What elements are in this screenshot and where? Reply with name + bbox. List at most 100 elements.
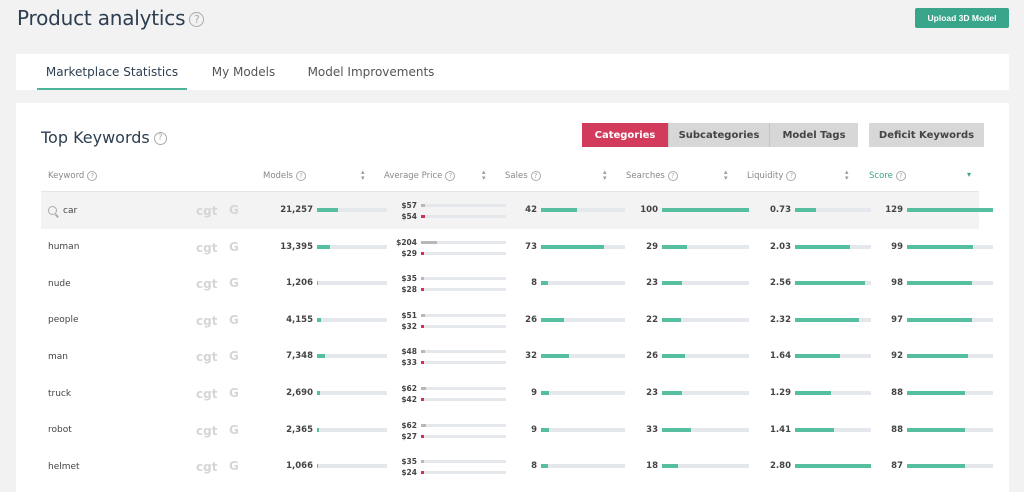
keyword-label: human	[48, 242, 80, 253]
google-icon[interactable]: G	[229, 386, 239, 400]
keyword-label: truck	[48, 388, 72, 399]
google-icon[interactable]: G	[229, 276, 239, 290]
price-low-bar	[421, 215, 506, 218]
score-value: 88	[891, 424, 903, 435]
keyword-cell[interactable]: human	[48, 229, 79, 266]
price-low-bar-fill	[421, 471, 424, 475]
filter-model-tags-button[interactable]: Model Tags	[769, 123, 858, 147]
filter-categories-button[interactable]: Categories	[582, 123, 668, 147]
table-row[interactable]: man cgt G 7,348 32 26 1.64 92 $48 $33	[41, 338, 993, 375]
models-bar-fill	[317, 354, 325, 359]
searches-bar	[662, 427, 749, 432]
google-icon[interactable]: G	[229, 459, 239, 473]
filter-subcategories-button[interactable]: Subcategories	[668, 123, 769, 147]
liquidity-bar-fill	[795, 281, 865, 286]
sales-value: 26	[525, 314, 537, 325]
keyword-cell[interactable]: robot	[48, 412, 72, 449]
searches-bar	[662, 208, 749, 212]
table-row[interactable]: truck cgt G 2,690 9 23 1.29 88 $62 $42	[41, 375, 993, 412]
keyword-cell[interactable]: truck	[48, 375, 71, 412]
column-header-models[interactable]: Models?	[263, 169, 306, 183]
panel-title-text: Top Keywords	[41, 128, 150, 147]
keyword-cell[interactable]: nude	[48, 265, 71, 302]
page-title-text: Product analytics	[17, 6, 186, 30]
column-header-sales[interactable]: Sales?	[505, 169, 541, 183]
help-icon: ?	[786, 171, 797, 181]
sales-bar-fill	[541, 391, 549, 395]
tab-model-improvements[interactable]: Model Improvements	[306, 54, 436, 90]
score-value: 99	[891, 241, 903, 252]
keyword-cell[interactable]: people	[48, 302, 79, 339]
sort-descending-icon[interactable]: ▾	[967, 170, 971, 179]
table-row[interactable]: human cgt G 13,395 73 29 2.03 99 $204 $29	[41, 229, 993, 266]
column-header-average-price[interactable]: Average Price?	[384, 169, 456, 183]
table-row[interactable]: people cgt G 4,155 26 22 2.32 97 $51 $32	[41, 302, 993, 339]
table-row[interactable]: car cgt G 21,257 42 100 0.73 129 $57 $54	[41, 192, 993, 229]
google-icon[interactable]: G	[229, 240, 239, 254]
tab-marketplace-statistics[interactable]: Marketplace Statistics	[37, 54, 187, 90]
google-icon[interactable]: G	[229, 313, 239, 327]
column-header-liquidity[interactable]: Liquidity?	[747, 169, 797, 183]
price-high-bar-fill	[421, 387, 427, 390]
google-icon[interactable]: G	[229, 349, 239, 363]
cgt-logo-icon[interactable]: cgt	[196, 460, 217, 474]
cgt-logo-icon[interactable]: cgt	[196, 204, 217, 218]
tab-my-models[interactable]: My Models	[206, 54, 281, 90]
keyword-label: robot	[48, 425, 72, 436]
sales-value: 42	[525, 205, 537, 215]
searches-bar-fill	[662, 464, 678, 469]
score-bar-fill	[907, 427, 966, 432]
cgt-logo-icon[interactable]: cgt	[196, 277, 217, 291]
score-value: 98	[891, 278, 903, 289]
cgt-logo-icon[interactable]: cgt	[196, 350, 217, 364]
cgt-logo-icon[interactable]: cgt	[196, 314, 217, 328]
sort-icon[interactable]: ▴ ▾	[724, 169, 728, 182]
help-icon[interactable]: ?	[189, 12, 205, 27]
sort-icon[interactable]: ▴ ▾	[845, 169, 849, 182]
sort-icon[interactable]: ▴ ▾	[482, 169, 486, 182]
sales-bar	[541, 464, 625, 469]
keyword-cell[interactable]: helmet	[48, 448, 80, 485]
table-row[interactable]: helmet cgt G 1,066 8 18 2.80 87 $35 $24	[41, 448, 993, 485]
cgt-logo-icon[interactable]: cgt	[196, 387, 217, 401]
score-bar-fill	[907, 244, 974, 249]
models-value: 21,257	[280, 205, 313, 215]
upload-3d-model-button[interactable]: Upload 3D Model	[915, 8, 1009, 28]
models-value: 2,690	[286, 388, 313, 398]
liquidity-bar-fill	[795, 354, 840, 359]
keyword-cell[interactable]: car	[48, 192, 77, 229]
column-header-score[interactable]: Score?	[869, 169, 906, 183]
column-header-searches[interactable]: Searches?	[626, 169, 678, 183]
sort-icon[interactable]: ▴ ▾	[603, 169, 607, 182]
price-low-bar	[421, 288, 506, 292]
cgt-logo-icon[interactable]: cgt	[196, 241, 217, 255]
deficit-keywords-button[interactable]: Deficit Keywords	[869, 123, 984, 147]
liquidity-bar-fill	[795, 208, 816, 212]
table-row[interactable]: robot cgt G 2,365 9 33 1.41 88 $62 $27	[41, 412, 993, 449]
searches-bar	[662, 464, 749, 469]
price-high-value: $35	[401, 274, 417, 284]
price-high-bar	[421, 204, 506, 207]
searches-value: 29	[646, 241, 658, 252]
searches-value: 26	[646, 351, 658, 362]
searches-bar-fill	[662, 427, 691, 432]
score-value: 88	[891, 388, 903, 398]
liquidity-value: 0.73	[770, 205, 791, 215]
sales-value: 9	[531, 424, 537, 435]
cgt-logo-icon[interactable]: cgt	[196, 424, 217, 438]
table-row[interactable]: nude cgt G 1,206 8 23 2.56 98 $35 $28	[41, 265, 993, 302]
column-header-keyword[interactable]: Keyword?	[48, 169, 98, 183]
sort-icon[interactable]: ▴ ▾	[361, 169, 365, 182]
column-header-score-label: Score	[869, 171, 893, 181]
liquidity-value: 1.29	[770, 388, 791, 398]
help-icon[interactable]: ?	[153, 132, 167, 145]
google-icon[interactable]: G	[229, 423, 239, 437]
google-icon[interactable]: G	[229, 203, 239, 217]
price-high-bar-fill	[421, 204, 426, 207]
keyword-cell[interactable]: man	[48, 338, 68, 375]
liquidity-bar	[795, 354, 871, 359]
price-low-value: $54	[401, 212, 417, 221]
price-high-bar-fill	[421, 240, 438, 244]
price-low-bar-fill	[421, 398, 425, 401]
searches-bar	[662, 281, 749, 286]
